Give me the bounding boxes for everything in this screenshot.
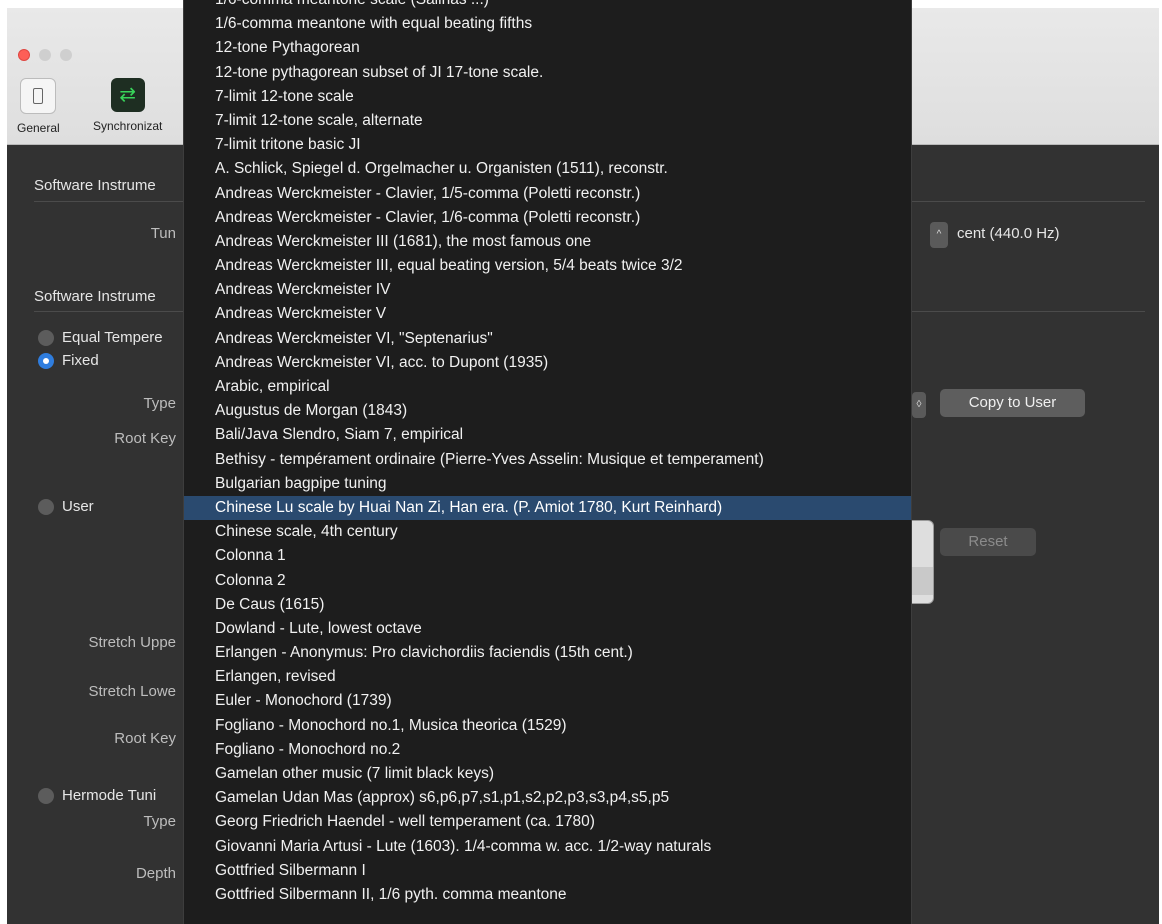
menu-item[interactable]: Andreas Werckmeister VI, acc. to Dupont … [184,351,911,375]
menu-item[interactable]: Colonna 1 [184,544,911,568]
radio-label: User [62,498,94,515]
menu-item[interactable]: Andreas Werckmeister - Clavier, 1/5-comm… [184,182,911,206]
menu-item[interactable]: Georg Friedrich Haendel - well temperame… [184,810,911,834]
radio-button[interactable] [38,498,54,515]
type-label: Type [143,395,176,412]
menu-item-selected[interactable]: Chinese Lu scale by Huai Nan Zi, Han era… [184,495,911,521]
hermode-type-label: Type [143,813,176,830]
menu-item[interactable]: Andreas Werckmeister III, equal beating … [184,254,911,278]
tune-frequency-readout: cent (440.0 Hz) [957,225,1060,242]
menu-item[interactable]: 12-tone Pythagorean [184,36,911,60]
menu-item[interactable]: Gamelan other music (7 limit black keys) [184,762,911,786]
radio-equal-temperament[interactable]: Equal Tempere [38,329,163,346]
toolbar-general-label: General [17,121,60,135]
close-window-button[interactable] [18,49,30,61]
menu-item[interactable]: Bulgarian bagpipe tuning [184,472,911,496]
menu-item[interactable]: Giovanni Maria Artusi - Lute (1603). 1/4… [184,835,911,859]
menu-item[interactable]: Fogliano - Monochord no.1, Musica theori… [184,714,911,738]
depth-label: Depth [135,865,176,882]
toolbar-synchronization[interactable]: ⇄ Synchronizat [93,78,162,133]
root-key-label: Root Key [114,430,176,447]
stretch-lower-label: Stretch Lowe [88,683,176,700]
toolbar-general[interactable]: General [17,78,60,135]
section-header-tuning: Software Instrume [34,177,156,194]
menu-item[interactable]: 7-limit 12-tone scale [184,85,911,109]
menu-item[interactable]: Andreas Werckmeister III (1681), the mos… [184,230,911,254]
radio-label: Hermode Tuni [62,787,157,804]
reset-button[interactable]: Reset [940,528,1036,556]
sync-arrows-icon: ⇄ [110,78,145,112]
editor-row [912,567,933,595]
user-scale-editor[interactable] [912,520,934,604]
menu-item[interactable]: Colonna 2 [184,569,911,593]
menu-item[interactable]: Andreas Werckmeister IV [184,278,911,302]
menu-item[interactable]: A. Schlick, Spiegel d. Orgelmacher u. Or… [184,157,911,181]
menu-item[interactable]: 7-limit 12-tone scale, alternate [184,109,911,133]
menu-item[interactable]: Euler - Monochord (1739) [184,689,911,713]
menu-item[interactable]: 1/6-comma meantone scale (Salinas ...) [184,0,911,12]
menu-item[interactable]: Bethisy - tempérament ordinaire (Pierre-… [184,448,911,472]
menu-item[interactable]: Gottfried Silbermann II, 1/6 pyth. comma… [184,883,911,907]
radio-label: Fixed [62,352,99,369]
menu-item[interactable]: Augustus de Morgan (1843) [184,399,911,423]
menu-item[interactable]: Andreas Werckmeister V [184,302,911,326]
radio-button-selected[interactable] [38,352,54,369]
section-header-scale: Software Instrume [34,288,156,305]
menu-item[interactable]: Erlangen - Anonymus: Pro clavichordiis f… [184,641,911,665]
radio-button[interactable] [38,329,54,346]
menu-item[interactable]: Arabic, empirical [184,375,911,399]
stretch-upper-label: Stretch Uppe [88,634,176,651]
menu-item[interactable]: 12-tone pythagorean subset of JI 17-tone… [184,61,911,85]
radio-fixed[interactable]: Fixed [38,352,99,369]
menu-item[interactable]: Gottfried Silbermann I [184,859,911,883]
menu-item[interactable]: Chinese scale, 4th century [184,520,911,544]
menu-item[interactable]: 1/6-comma meantone with equal beating fi… [184,12,911,36]
copy-to-user-button[interactable]: Copy to User [940,389,1085,417]
menu-item[interactable]: Fogliano - Monochord no.2 [184,738,911,762]
root-key-2-label: Root Key [114,730,176,747]
switch-icon [20,78,57,114]
menu-item[interactable]: 7-limit tritone basic JI [184,133,911,157]
menu-item[interactable]: Gamelan Udan Mas (approx) s6,p6,p7,s1,p1… [184,786,911,810]
radio-user[interactable]: User [38,498,94,515]
menu-list: 1/6-comma meantone scale (Salinas ...) 1… [184,0,911,907]
tuning-type-dropdown-menu[interactable]: 1/6-comma meantone scale (Salinas ...) 1… [183,0,912,924]
type-popup-arrows[interactable]: ◊ [912,392,926,418]
toolbar-sync-label: Synchronizat [93,119,163,133]
tune-stepper[interactable]: ^ [930,222,948,248]
menu-item[interactable]: Andreas Werckmeister - Clavier, 1/6-comm… [184,206,911,230]
menu-item[interactable]: De Caus (1615) [184,593,911,617]
radio-label: Equal Tempere [62,329,163,346]
tune-label: Tun [150,225,176,242]
radio-button[interactable] [38,787,54,804]
menu-item[interactable]: Erlangen, revised [184,665,911,689]
menu-item[interactable]: Andreas Werckmeister VI, "Septenarius" [184,327,911,351]
minimize-window-button[interactable] [39,49,51,61]
radio-hermode-tuning[interactable]: Hermode Tuni [38,787,156,804]
menu-item[interactable]: Bali/Java Slendro, Siam 7, empirical [184,423,911,447]
menu-item[interactable]: Dowland - Lute, lowest octave [184,617,911,641]
zoom-window-button[interactable] [60,49,72,61]
